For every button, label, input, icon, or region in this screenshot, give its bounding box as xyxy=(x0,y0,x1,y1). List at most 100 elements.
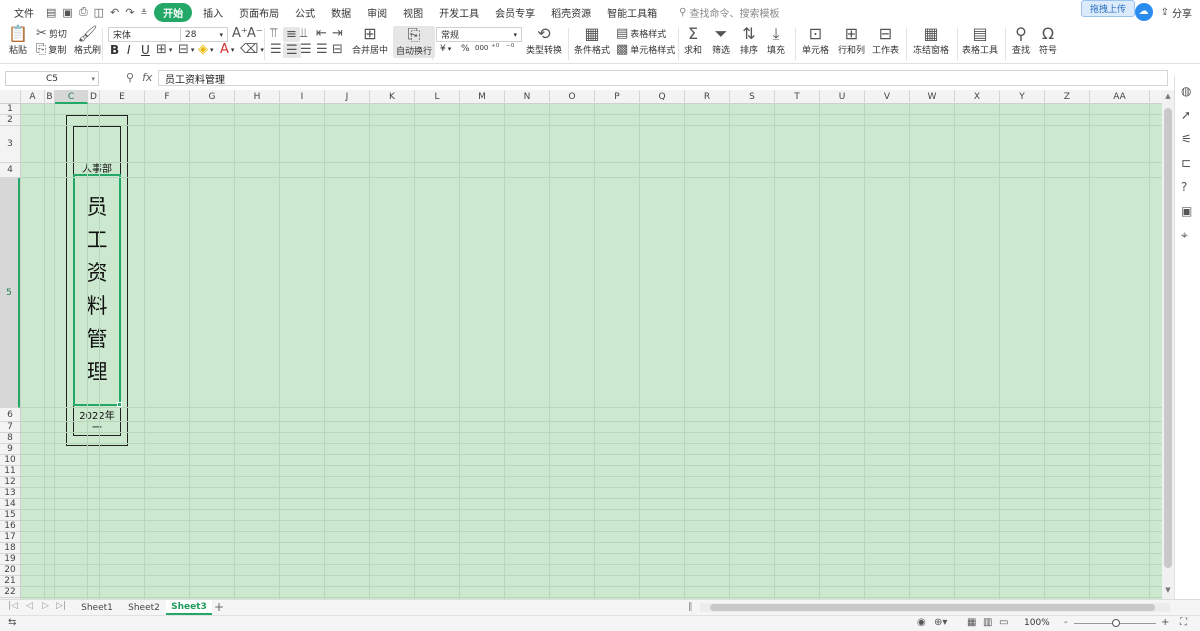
menu-tab-1[interactable]: 插入 xyxy=(195,5,231,20)
row-header-4[interactable]: 4 xyxy=(0,163,20,178)
column-header-O[interactable]: O xyxy=(550,90,595,104)
export-icon[interactable]: ▣ xyxy=(62,6,72,19)
fill-color-button[interactable]: ◈ ▾ xyxy=(198,43,214,56)
column-header-F[interactable]: F xyxy=(145,90,190,104)
cloud-sync-icon[interactable]: ☁ xyxy=(1134,3,1153,21)
more-chevron-icon[interactable]: ≚ xyxy=(140,8,147,17)
column-header-K[interactable]: K xyxy=(370,90,415,104)
horizontal-scroll-thumb[interactable] xyxy=(710,604,1155,611)
thousands-button[interactable]: 000 xyxy=(475,44,488,52)
column-header-J[interactable]: J xyxy=(325,90,370,104)
distribute-button[interactable]: ⊟ xyxy=(332,43,343,56)
column-header-X[interactable]: X xyxy=(955,90,1000,104)
row-header-2[interactable]: 2 xyxy=(0,115,20,126)
menu-tab-3[interactable]: 公式 xyxy=(287,5,323,20)
sheet-tab-sheet3[interactable]: Sheet3 xyxy=(166,600,212,615)
column-header-G[interactable]: G xyxy=(190,90,235,104)
vertical-scroll-thumb[interactable] xyxy=(1164,108,1172,568)
column-header-E[interactable]: E xyxy=(100,90,145,104)
zoom-level[interactable]: 100% xyxy=(1024,618,1050,628)
bold-button[interactable]: B xyxy=(110,43,119,57)
vertical-scrollbar[interactable]: ▲ ▼ xyxy=(1162,90,1174,599)
font-shrink-button[interactable]: A⁻ xyxy=(247,27,263,40)
copy-button[interactable]: ⎘ 复制 xyxy=(36,43,66,56)
image-icon[interactable]: ▣ xyxy=(1181,204,1192,218)
row-header-19[interactable]: 19 xyxy=(0,554,20,565)
clear-format-button[interactable]: ⌫ ▾ xyxy=(240,43,264,56)
align-bottom-button[interactable]: ⫫ xyxy=(300,27,307,40)
column-header-I[interactable]: I xyxy=(280,90,325,104)
page-break-view-icon[interactable]: ▭ xyxy=(999,617,1008,628)
column-header-D[interactable]: D xyxy=(88,90,100,104)
conditional-format-button[interactable]: ▦ 条件格式 xyxy=(574,26,610,57)
menu-tab-10[interactable]: 智能工具箱 xyxy=(599,5,665,20)
menu-tab-0[interactable]: 开始 xyxy=(154,2,193,22)
row-header-1[interactable]: 1 xyxy=(0,104,20,115)
select-pointer-icon[interactable]: ➚ xyxy=(1181,108,1191,122)
menu-tab-9[interactable]: 稻壳资源 xyxy=(543,5,599,20)
normal-view-icon[interactable]: ▦ xyxy=(967,617,976,628)
column-header-M[interactable]: M xyxy=(460,90,505,104)
column-header-P[interactable]: P xyxy=(595,90,640,104)
column-header-W[interactable]: W xyxy=(910,90,955,104)
table-tools-button[interactable]: ▤ 表格工具 xyxy=(962,26,998,57)
eye-protection-icon[interactable]: ◉ xyxy=(917,617,926,628)
row-header-16[interactable]: 16 xyxy=(0,521,20,532)
align-center-button[interactable]: ☰ xyxy=(283,43,301,58)
format-painter-button[interactable]: 🖌 格式刷 xyxy=(74,26,101,57)
sheet-tab-sheet1[interactable]: Sheet1 xyxy=(72,600,122,615)
row-header-17[interactable]: 17 xyxy=(0,532,20,543)
column-header-T[interactable]: T xyxy=(775,90,820,104)
help-icon[interactable]: ? xyxy=(1181,180,1187,194)
increase-decimal-button[interactable]: ⁺⁰ xyxy=(491,44,499,53)
type-convert-button[interactable]: ⟲ 类型转换 xyxy=(526,26,562,57)
row-header-12[interactable]: 12 xyxy=(0,477,20,488)
row-header-3[interactable]: 3 xyxy=(0,126,20,163)
row-header-10[interactable]: 10 xyxy=(0,455,20,466)
first-sheet-icon[interactable]: |◁ xyxy=(8,601,18,611)
menu-tab-5[interactable]: 审阅 xyxy=(359,5,395,20)
font-color-button[interactable]: A ▾ xyxy=(220,43,234,56)
decrease-decimal-button[interactable]: ⁻⁰ xyxy=(506,44,514,53)
column-header-U[interactable]: U xyxy=(820,90,865,104)
sort-button[interactable]: ⇅ 排序 xyxy=(740,26,758,57)
add-sheet-button[interactable]: + xyxy=(214,600,224,614)
align-middle-button[interactable]: ≡ xyxy=(283,27,300,42)
row-header-11[interactable]: 11 xyxy=(0,466,20,477)
row-header-7[interactable]: 7 xyxy=(0,422,20,433)
horizontal-scrollbar[interactable] xyxy=(700,603,1170,612)
underline-button[interactable]: U xyxy=(141,43,150,57)
strikethrough-button[interactable]: ⊟ ▾ xyxy=(178,43,194,56)
prev-sheet-icon[interactable]: ◁ xyxy=(26,601,33,611)
align-top-button[interactable]: ⫪ xyxy=(270,27,277,40)
redo-icon[interactable]: ↷ xyxy=(125,6,134,19)
print-preview-icon[interactable]: ◫ xyxy=(94,6,104,19)
column-header-Q[interactable]: Q xyxy=(640,90,685,104)
merge-center-button[interactable]: ⊞ 合并居中 xyxy=(352,26,388,57)
table-style-button[interactable]: ▤ 表格样式 xyxy=(616,27,666,40)
italic-button[interactable]: I xyxy=(127,43,131,57)
align-right-button[interactable]: ☰ xyxy=(300,43,312,56)
menu-tab-6[interactable]: 视图 xyxy=(395,5,431,20)
menu-tab-2[interactable]: 页面布局 xyxy=(231,5,287,20)
row-header-21[interactable]: 21 xyxy=(0,576,20,587)
align-left-button[interactable]: ☰ xyxy=(270,43,282,56)
border-button[interactable]: ⊞ ▾ xyxy=(156,43,172,56)
freeze-panes-button[interactable]: ▦ 冻结窗格 xyxy=(913,26,949,57)
tab-split-handle[interactable]: ‖ xyxy=(688,602,693,612)
cell-style-button[interactable]: ▩ 单元格样式 xyxy=(616,43,675,56)
menu-tab-8[interactable]: 会员专享 xyxy=(487,5,543,20)
font-size-select[interactable]: 28 ▾ xyxy=(180,27,228,42)
undo-icon[interactable]: ↶ xyxy=(110,6,119,19)
column-header-L[interactable]: L xyxy=(415,90,460,104)
find-button[interactable]: ⚲ 查找 xyxy=(1012,26,1030,57)
scroll-up-icon[interactable]: ▲ xyxy=(1162,92,1174,100)
worksheet-button[interactable]: ⊟ 工作表 xyxy=(872,26,899,57)
rows-cols-button[interactable]: ⊞ 行和列 xyxy=(838,26,865,57)
row-header-15[interactable]: 15 xyxy=(0,510,20,521)
zoom-in-button[interactable]: + xyxy=(1161,617,1169,628)
row-header-22[interactable]: 22 xyxy=(0,587,20,598)
column-header-R[interactable]: R xyxy=(685,90,730,104)
font-grow-button[interactable]: A⁺ xyxy=(232,27,248,40)
properties-icon[interactable]: ⚟ xyxy=(1181,132,1192,146)
